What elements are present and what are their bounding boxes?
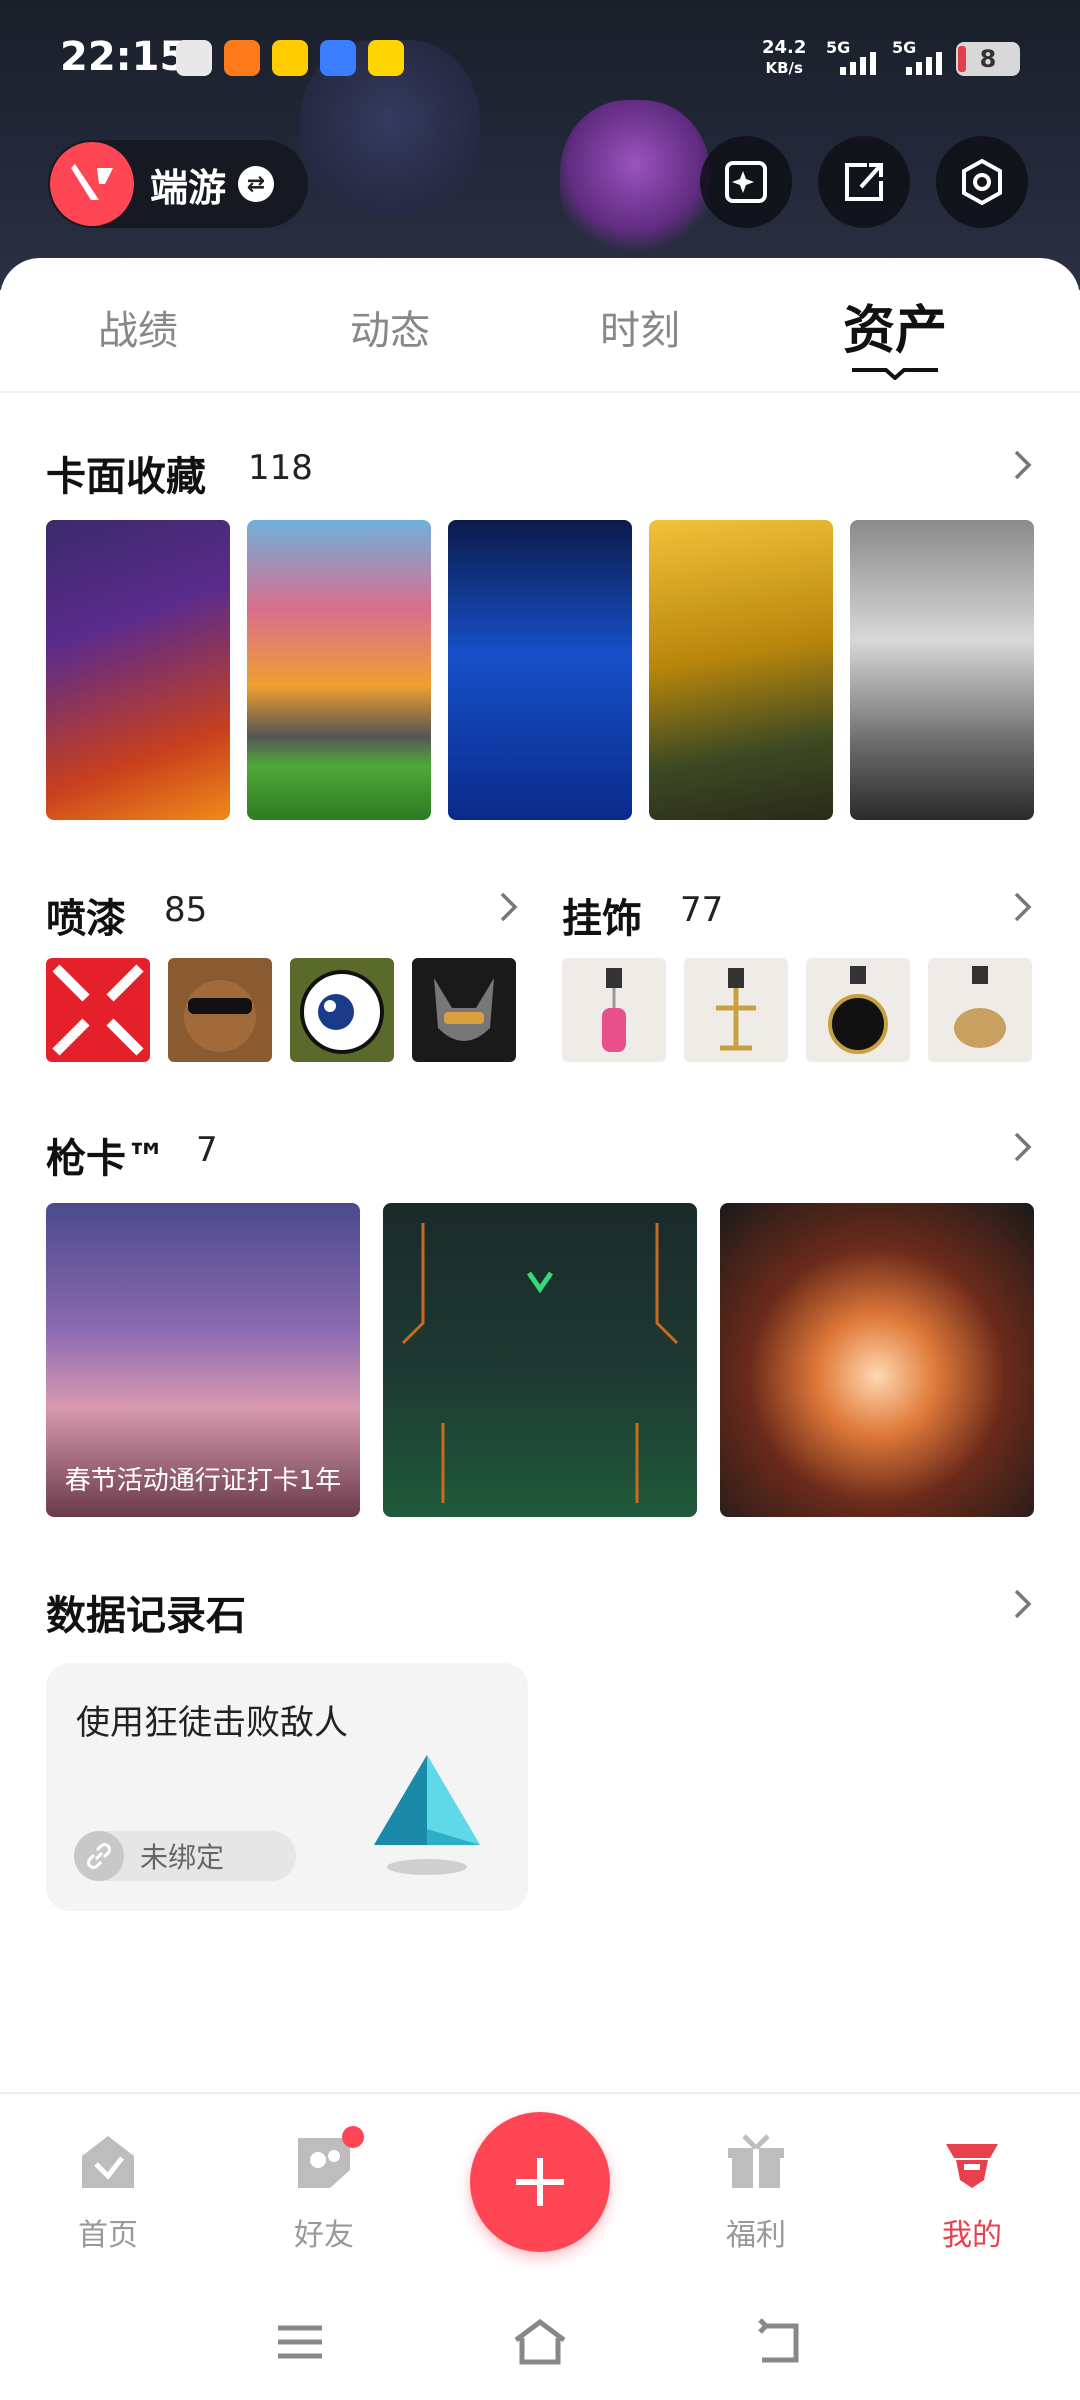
- tab-record[interactable]: 战绩: [38, 298, 238, 356]
- valorant-logo-icon: [50, 142, 134, 226]
- share-icon: [845, 163, 883, 201]
- profile-icon: [946, 2144, 998, 2188]
- gun-card-caption: 春节活动通行证打卡1年: [64, 1466, 342, 1496]
- data-stone-card[interactable]: 使用狂徒击败敌人 未绑定: [46, 1663, 528, 1911]
- spray-thumb[interactable]: [412, 958, 516, 1062]
- section-title-cards: 卡面收藏: [46, 454, 206, 500]
- unbound-badge: 未绑定: [74, 1831, 296, 1881]
- menu-icon[interactable]: [270, 2316, 330, 2368]
- banner-character-right: [560, 100, 710, 260]
- ai-sparkle-icon: [725, 161, 767, 203]
- app-notification-icon: [320, 40, 356, 76]
- tab-feed[interactable]: 动态: [290, 298, 490, 356]
- tab-moments[interactable]: 时刻: [540, 298, 740, 356]
- gun-card-thumb[interactable]: [720, 1203, 1034, 1517]
- create-post-button[interactable]: [470, 2112, 610, 2252]
- game-name: 端游: [150, 165, 227, 210]
- link-icon: [74, 1831, 124, 1881]
- nav-home[interactable]: 首页: [48, 2130, 168, 2254]
- back-icon[interactable]: [752, 2316, 812, 2368]
- section-count-charms: 77: [680, 890, 724, 930]
- section-title-data-stones: 数据记录石: [46, 1593, 246, 1639]
- nav-friends[interactable]: 好友: [264, 2126, 384, 2254]
- swap-icon: ⇄: [238, 166, 275, 202]
- net-speed: 24.2 KB/s: [762, 37, 807, 78]
- bottom-nav: 首页 好友 福利 我的: [0, 2092, 1080, 2282]
- spray-thumb[interactable]: [290, 958, 394, 1062]
- share-button[interactable]: [818, 136, 910, 228]
- notification-dot: [342, 2126, 364, 2148]
- app-notification-icon: [368, 40, 404, 76]
- plus-icon: [516, 2158, 564, 2206]
- player-card-thumb[interactable]: [448, 520, 632, 820]
- nav-benefits[interactable]: 福利: [696, 2130, 816, 2254]
- status-bar: 22:15 24.2 KB/s 5G 5G 8: [0, 0, 1080, 120]
- chevron-right-icon[interactable]: [498, 890, 520, 924]
- section-title-gun-cards: 枪卡™: [46, 1136, 166, 1182]
- ai-sparkle-button[interactable]: [700, 136, 792, 228]
- chevron-right-icon[interactable]: [1012, 448, 1034, 482]
- game-switcher[interactable]: 端游 ⇄: [48, 140, 308, 228]
- player-card-thumb[interactable]: [247, 520, 431, 820]
- gun-card-thumb[interactable]: 春节活动通行证打卡1年: [46, 1203, 360, 1517]
- charm-thumb[interactable]: [684, 958, 788, 1062]
- gun-card-thumb[interactable]: [383, 1203, 697, 1517]
- unbound-label: 未绑定: [140, 1841, 225, 1874]
- charm-thumb[interactable]: [806, 958, 910, 1062]
- active-tab-indicator: [852, 368, 938, 380]
- nav-profile[interactable]: 我的: [912, 2130, 1032, 2254]
- chevron-right-icon[interactable]: [1012, 890, 1034, 924]
- signal-bars-2-icon: [906, 52, 942, 75]
- section-count-sprays: 85: [164, 890, 208, 930]
- charm-thumb[interactable]: [928, 958, 1032, 1062]
- settings-hex-icon: [962, 158, 1002, 206]
- chevron-right-icon[interactable]: [1012, 1587, 1034, 1621]
- home-nav-icon[interactable]: [510, 2316, 570, 2368]
- player-card-thumb[interactable]: [46, 520, 230, 820]
- section-title-charms: 挂饰: [562, 896, 642, 942]
- notification-icons: [176, 40, 404, 76]
- chevron-right-icon[interactable]: [1012, 1130, 1034, 1164]
- data-stone-icon: [374, 1755, 480, 1875]
- player-card-thumb[interactable]: [850, 520, 1034, 820]
- tab-assets[interactable]: 资产: [795, 288, 995, 363]
- status-time: 22:15: [60, 34, 188, 80]
- battery-indicator: 8: [956, 42, 1020, 76]
- player-card-thumb[interactable]: [649, 520, 833, 820]
- signal-bars-1-icon: [840, 52, 876, 75]
- home-icon: [82, 2136, 134, 2188]
- spray-thumb[interactable]: [46, 958, 150, 1062]
- settings-button[interactable]: [936, 136, 1028, 228]
- section-title-sprays: 喷漆: [46, 896, 126, 942]
- section-count-gun-cards: 7: [196, 1130, 218, 1170]
- spray-thumb[interactable]: [168, 958, 272, 1062]
- app-notification-icon: [176, 40, 212, 76]
- gift-icon: [728, 2134, 784, 2188]
- data-stone-text: 使用狂徒击败敌人: [76, 1703, 348, 1743]
- app-notification-icon: [224, 40, 260, 76]
- section-count-cards: 118: [248, 448, 313, 488]
- profile-banner: 22:15 24.2 KB/s 5G 5G 8 端游 ⇄: [0, 0, 1080, 290]
- charm-thumb[interactable]: [562, 958, 666, 1062]
- system-nav-bar: [0, 2282, 1080, 2400]
- weibo-icon: [272, 40, 308, 76]
- profile-tabs: 战绩 动态 时刻 资产: [0, 258, 1080, 393]
